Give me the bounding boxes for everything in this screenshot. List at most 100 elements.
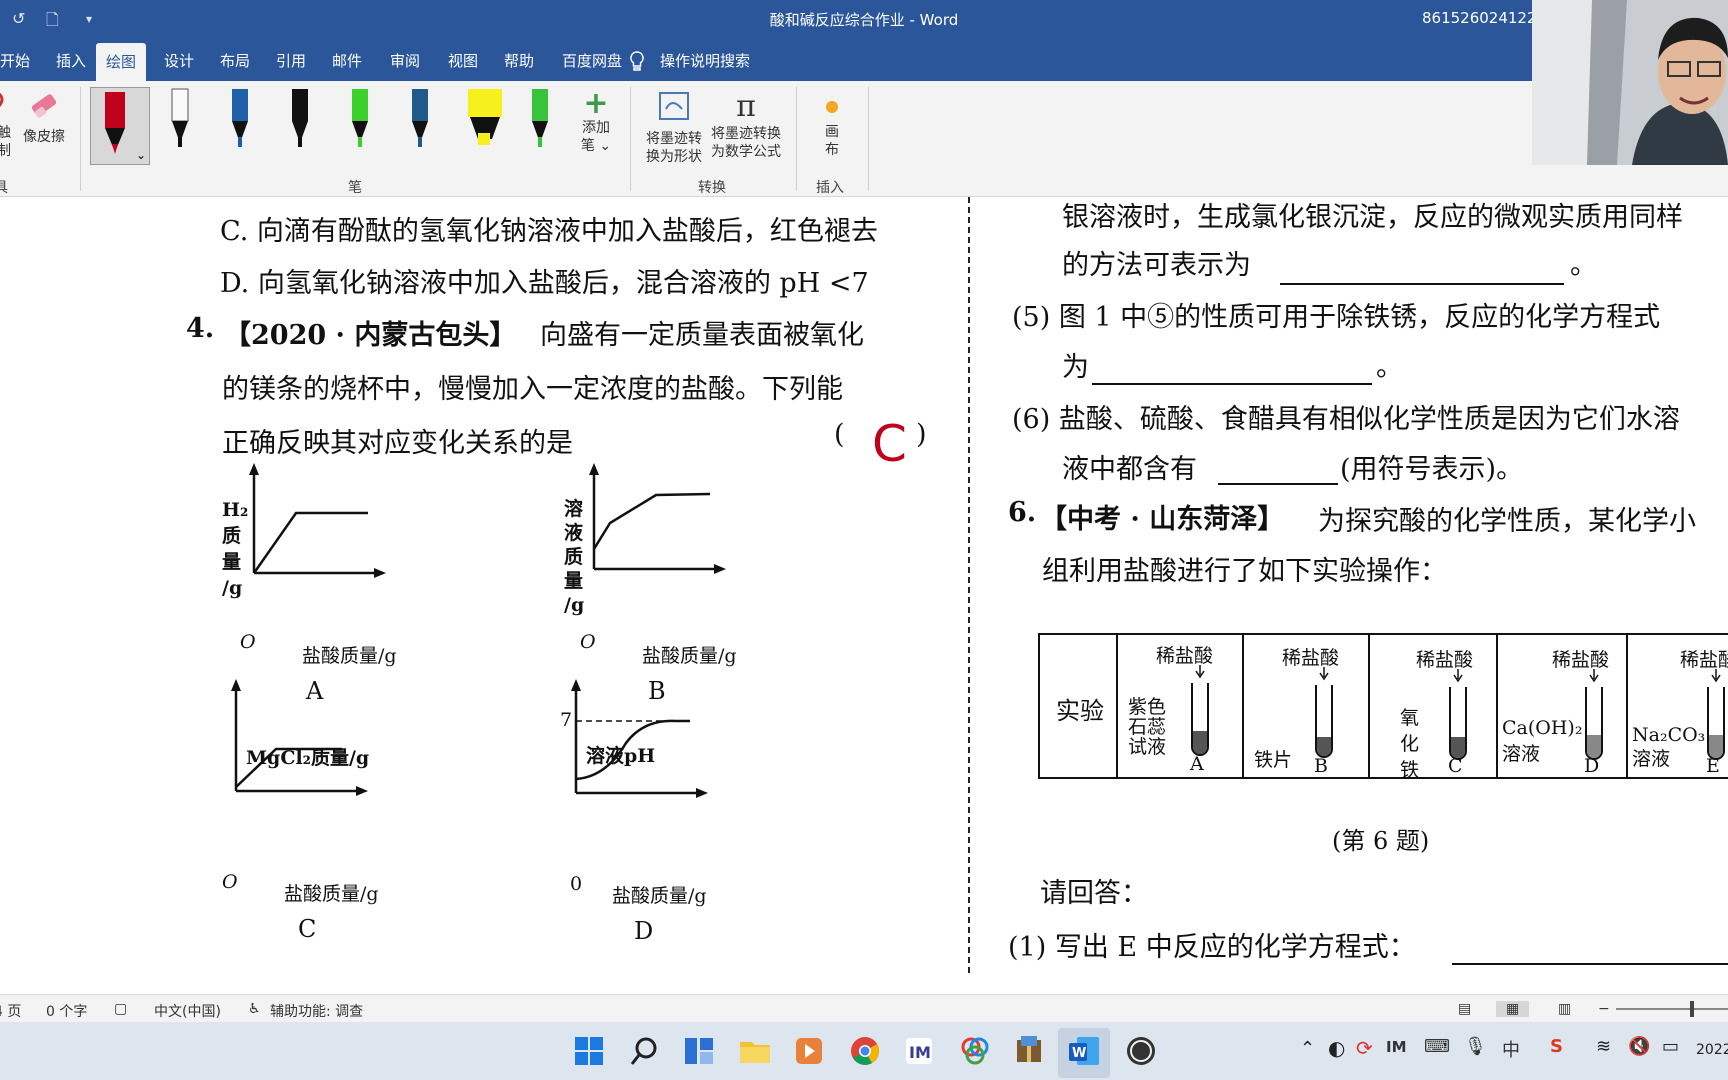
add-pen-button[interactable]: + 添加 笔 ⌄ xyxy=(572,89,620,155)
ribbon-tabs: 开始 插入 绘图 设计 布局 引用 邮件 审阅 视图 帮助 百度网盘 操作说明搜… xyxy=(0,37,1532,81)
proofing-icon[interactable]: ▢ xyxy=(114,1001,127,1017)
q6-source: 【中考 · 山东菏泽】 xyxy=(1040,504,1285,535)
tab-review[interactable]: 审阅 xyxy=(380,37,430,81)
answer-blank[interactable] xyxy=(1280,283,1564,285)
cell-a-tag: A xyxy=(1190,753,1204,775)
clock[interactable]: 2022 xyxy=(1696,1042,1728,1058)
pens-group-label: 笔 xyxy=(348,180,362,196)
pi-icon: π xyxy=(736,89,756,124)
web-layout-icon[interactable]: ▥ xyxy=(1558,1001,1571,1017)
q4-number: 4. xyxy=(186,313,215,344)
q4-source: 【2020 · 内蒙古包头】 xyxy=(224,320,517,351)
cell-a-side: 紫色 石蕊 试液 xyxy=(1128,696,1167,758)
canvas-label-2: 布 xyxy=(825,142,839,158)
cell-c-tag: C xyxy=(1448,755,1463,777)
q6-number: 6. xyxy=(1008,497,1037,528)
pen-black-icon[interactable] xyxy=(280,87,320,167)
eraser-icon xyxy=(31,94,57,118)
accessibility-status[interactable]: 辅助功能: 调查 xyxy=(270,1001,363,1021)
sync-icon[interactable]: ⟳ xyxy=(1356,1036,1373,1060)
ime-icon[interactable]: 中 xyxy=(1502,1036,1520,1062)
tray-app-icon[interactable]: ◐ xyxy=(1328,1036,1345,1060)
q1-text: (1) 写出 E 中反应的化学方程式： xyxy=(1008,932,1416,963)
im-app-icon[interactable]: IM xyxy=(902,1034,936,1068)
word-taskbar-active[interactable]: W xyxy=(1058,1028,1110,1078)
obs-icon[interactable] xyxy=(1124,1034,1158,1068)
option-d-text: D. 向氢氧化钠溶液中加入盐酸后，混合溶液的 pH <7 xyxy=(220,268,869,299)
graph-b-y-label: 溶 液 质 量 /g xyxy=(564,498,585,616)
draw-with-touch-button[interactable]: 触 制 xyxy=(0,89,16,160)
ink-to-shape-button[interactable]: 将墨迹转 换为形状 xyxy=(640,89,708,166)
tab-view[interactable]: 视图 xyxy=(438,37,488,81)
tab-design[interactable]: 设计 xyxy=(154,37,204,81)
q4-line-1: 向盛有一定质量表面被氧化 xyxy=(540,320,864,351)
tools-group-label: 具 xyxy=(0,180,8,196)
volume-muted-icon[interactable]: 🔇 xyxy=(1628,1036,1650,1057)
zoom-slider[interactable] xyxy=(1616,1008,1728,1010)
pen-green-icon[interactable] xyxy=(520,87,560,167)
convert-group-label: 转换 xyxy=(698,180,726,196)
tell-me-search[interactable]: 操作说明搜索 xyxy=(630,37,760,81)
media-player-icon[interactable] xyxy=(792,1034,826,1068)
zoom-out-icon[interactable]: − xyxy=(1598,1001,1610,1017)
widgets-icon[interactable] xyxy=(682,1034,716,1068)
tab-draw[interactable]: 绘图 xyxy=(96,43,147,81)
group-separator xyxy=(630,87,631,191)
q4-line-2: 的镁条的烧杯中，慢慢加入一定浓度的盐酸。下列能 xyxy=(222,374,843,405)
microphone-icon[interactable]: 🎙 xyxy=(1464,1036,1487,1057)
archive-app-icon[interactable] xyxy=(1012,1034,1046,1068)
cell-e-side: Na₂CO₃ 溶液 xyxy=(1632,724,1706,770)
graph-c-origin: O xyxy=(222,871,238,893)
answer-blank[interactable] xyxy=(1218,483,1338,485)
pen-ocean-icon[interactable] xyxy=(400,87,440,167)
pen-red-selected[interactable]: ⌄ xyxy=(90,87,150,165)
cell-c-side: 氧 化 铁 xyxy=(1400,707,1420,781)
im-tray-icon[interactable]: IM xyxy=(1386,1038,1407,1056)
chevron-down-icon[interactable]: ⌄ xyxy=(136,148,146,162)
taskbar: IM W ⌃ ◐ ⟳ IM ⌨ 🎙 中 S ≋ 🔇 ▭ 2022 xyxy=(0,1022,1728,1080)
answer-blank[interactable] xyxy=(1452,963,1728,965)
colorful-app-icon[interactable] xyxy=(958,1034,992,1068)
keyboard-icon[interactable]: ⌨ xyxy=(1424,1036,1450,1057)
highlighter-yellow-icon[interactable] xyxy=(460,87,510,167)
search-icon[interactable] xyxy=(628,1034,662,1068)
windows-start-icon[interactable] xyxy=(572,1034,606,1068)
touch-icon xyxy=(0,92,4,108)
chrome-icon[interactable] xyxy=(848,1034,882,1068)
q5-end: 。 xyxy=(1376,352,1403,383)
account-name[interactable]: 861526024122 xyxy=(1422,9,1537,27)
pen-black-fine-icon[interactable] xyxy=(160,87,200,167)
right-line-1: 银溶液时，生成氯化银沉淀，反应的微观实质用同样 xyxy=(1062,202,1683,233)
answer-blank[interactable] xyxy=(1092,383,1372,385)
eraser-button[interactable]: 像皮擦 xyxy=(20,89,68,146)
print-layout-icon[interactable]: ▦ xyxy=(1496,1001,1530,1017)
table-cell-c: 稀盐酸 氧 化 铁 C xyxy=(1370,635,1498,781)
graph-a-x-label: 盐酸质量/g xyxy=(302,645,397,667)
page-count[interactable]: 4 页 xyxy=(0,1001,21,1021)
tab-help[interactable]: 帮助 xyxy=(494,37,544,81)
canvas-button[interactable]: 画 布 xyxy=(808,89,856,159)
svg-text:IM: IM xyxy=(909,1043,931,1062)
language-status[interactable]: 中文(中国) xyxy=(154,1001,221,1021)
file-explorer-icon[interactable] xyxy=(738,1034,772,1068)
tab-insert[interactable]: 插入 xyxy=(46,37,96,81)
tab-layout[interactable]: 布局 xyxy=(210,37,260,81)
tray-overflow-icon[interactable]: ⌃ xyxy=(1300,1038,1315,1059)
word-count[interactable]: 0 个字 xyxy=(46,1001,87,1021)
tab-references[interactable]: 引用 xyxy=(266,37,316,81)
graph-a-origin: O xyxy=(240,631,256,653)
battery-icon[interactable]: ▭ xyxy=(1662,1036,1679,1057)
document-page[interactable]: C. 向滴有酚酞的氢氧化钠溶液中加入盐酸后，红色褪去 D. 向氢氧化钠溶液中加入… xyxy=(0,197,1728,973)
answer-prompt: 请回答： xyxy=(1040,878,1148,909)
answer-paren-open: ( xyxy=(834,419,845,450)
pen-blue-icon[interactable] xyxy=(220,87,260,167)
ink-to-math-button[interactable]: π 将墨迹转换 为数学公式 xyxy=(706,89,786,161)
pen-green-galaxy-icon[interactable] xyxy=(340,87,380,167)
tab-mailings[interactable]: 邮件 xyxy=(322,37,372,81)
read-mode-icon[interactable]: ▤ xyxy=(1458,1001,1471,1017)
wifi-icon[interactable]: ≋ xyxy=(1596,1036,1611,1057)
input-method-icon[interactable]: S xyxy=(1550,1036,1563,1057)
zoom-slider-thumb[interactable] xyxy=(1690,1001,1694,1017)
tab-home[interactable]: 开始 xyxy=(0,37,40,81)
tab-baidu-netdisk[interactable]: 百度网盘 xyxy=(552,37,632,81)
